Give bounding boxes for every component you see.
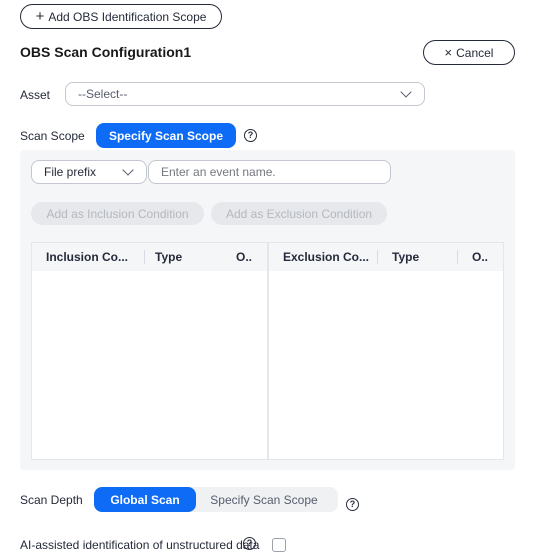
help-icon[interactable]: ? xyxy=(244,129,257,142)
event-name-placeholder: Enter an event name. xyxy=(161,165,276,179)
asset-select-value: --Select-- xyxy=(78,87,128,101)
ai-assisted-checkbox[interactable] xyxy=(272,538,286,552)
file-prefix-value: File prefix xyxy=(44,165,97,179)
chevron-down-icon xyxy=(122,164,134,176)
plus-icon: + xyxy=(35,8,45,25)
scan-depth-label: Scan Depth xyxy=(20,493,83,507)
help-icon[interactable]: ? xyxy=(346,498,359,511)
column-divider xyxy=(457,250,458,264)
config-title: OBS Scan Configuration1 xyxy=(20,44,192,60)
inclusion-table-header: Inclusion Co... Type O.. xyxy=(32,243,267,271)
exclusion-table: Exclusion Co... Type O.. xyxy=(268,242,504,460)
exclusion-col-type[interactable]: Type xyxy=(392,243,452,271)
add-obs-identification-scope-button[interactable]: + Add OBS Identification Scope xyxy=(20,4,222,29)
specify-scan-scope-button[interactable]: Specify Scan Scope xyxy=(96,123,236,148)
exclusion-table-header: Exclusion Co... Type O.. xyxy=(269,243,503,271)
scan-depth-option-specify[interactable]: Specify Scan Scope xyxy=(190,487,338,512)
ai-assisted-label: AI-assisted identification of unstructur… xyxy=(20,538,260,552)
exclusion-col-condition[interactable]: Exclusion Co... xyxy=(283,243,377,271)
asset-select[interactable]: --Select-- xyxy=(65,82,425,106)
inclusion-col-condition[interactable]: Inclusion Co... xyxy=(46,243,142,271)
asset-label: Asset xyxy=(20,88,51,102)
inclusion-table: Inclusion Co... Type O.. xyxy=(31,242,268,460)
inclusion-col-type[interactable]: Type xyxy=(155,243,215,271)
cancel-label: Cancel xyxy=(456,45,494,60)
scan-depth-option-global[interactable]: Global Scan xyxy=(94,487,196,512)
close-icon: × xyxy=(444,45,453,60)
exclusion-col-operation[interactable]: O.. xyxy=(472,243,498,271)
cancel-button[interactable]: × Cancel xyxy=(423,40,515,65)
event-name-input[interactable]: Enter an event name. xyxy=(148,160,391,184)
add-inclusion-condition-button[interactable]: Add as Inclusion Condition xyxy=(31,202,204,225)
file-prefix-select[interactable]: File prefix xyxy=(31,160,147,184)
column-divider xyxy=(144,250,145,264)
help-icon[interactable]: ? xyxy=(243,537,256,550)
inclusion-col-operation[interactable]: O.. xyxy=(236,243,262,271)
add-exclusion-condition-button[interactable]: Add as Exclusion Condition xyxy=(211,202,387,225)
add-scope-label: Add OBS Identification Scope xyxy=(48,9,207,24)
chevron-down-icon xyxy=(400,86,412,98)
column-divider xyxy=(377,250,378,264)
scan-scope-label: Scan Scope xyxy=(20,129,85,143)
